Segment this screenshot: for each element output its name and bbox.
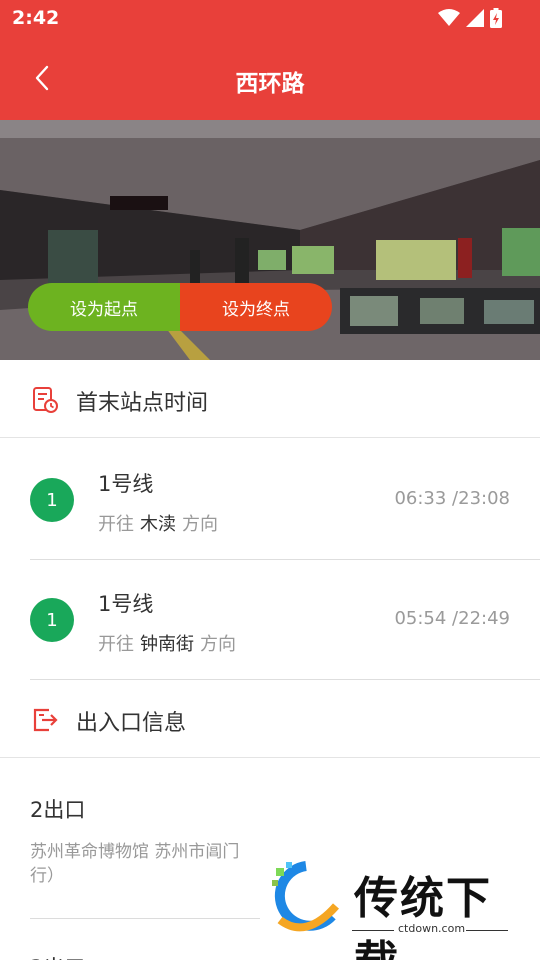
status-time: 2:42: [12, 7, 60, 29]
watermark-text: 传统下载: [354, 873, 492, 960]
status-icons: [438, 8, 502, 28]
line-row[interactable]: 1 1号线 开往 钟南街 方向 05:54 /22:49: [0, 560, 540, 680]
direction-suffix: 方向: [182, 514, 218, 535]
battery-icon: [490, 8, 502, 28]
line-name: 1号线: [98, 592, 154, 616]
exits-section-header: 出入口信息: [0, 680, 540, 758]
direction-destination: 钟南街: [140, 634, 194, 655]
watermark-rule: [352, 930, 394, 931]
app-header: 2:42 西环路: [0, 0, 540, 120]
row-divider: [30, 918, 260, 919]
set-start-button[interactable]: 设为起点: [28, 283, 180, 331]
status-bar: 2:42: [0, 0, 540, 38]
line-badge: 1: [30, 598, 74, 642]
line-direction: 开往 木渎 方向: [98, 510, 218, 536]
wifi-icon: [438, 9, 460, 26]
direction-prefix: 开往: [98, 514, 134, 535]
exits-section-title: 出入口信息: [76, 711, 187, 736]
watermark-url: ctdown.com: [398, 922, 466, 935]
signal-icon: [466, 9, 484, 27]
page-title: 西环路: [235, 71, 305, 97]
line-direction: 开往 钟南街 方向: [98, 630, 236, 656]
first-last-times: 06:33 /23:08: [394, 488, 510, 509]
exit-icon: [33, 708, 58, 732]
line-badge: 1: [30, 478, 74, 522]
direction-destination: 木渎: [140, 514, 176, 535]
direction-suffix: 方向: [200, 634, 236, 655]
watermark-logo: [272, 861, 339, 932]
exit-description: 苏州革命博物馆 苏州市阊门 行）: [30, 842, 240, 886]
set-end-button[interactable]: 设为终点: [180, 283, 332, 331]
timetable-icon: [33, 387, 58, 413]
watermark: 传统下载 ctdown.com: [266, 858, 526, 960]
timetable-section-title: 首末站点时间: [76, 391, 209, 416]
first-last-times: 05:54 /22:49: [394, 608, 510, 629]
line-row[interactable]: 1 1号线 开往 木渎 方向 06:33 /23:08: [0, 440, 540, 560]
line-name: 1号线: [98, 472, 154, 496]
exit-name: 3出口: [30, 952, 85, 960]
watermark-rule: [466, 930, 508, 931]
direction-prefix: 开往: [98, 634, 134, 655]
title-bar: 西环路: [0, 38, 540, 120]
timetable-section-header: 首末站点时间: [0, 360, 540, 438]
exit-name: 2出口: [30, 798, 86, 822]
